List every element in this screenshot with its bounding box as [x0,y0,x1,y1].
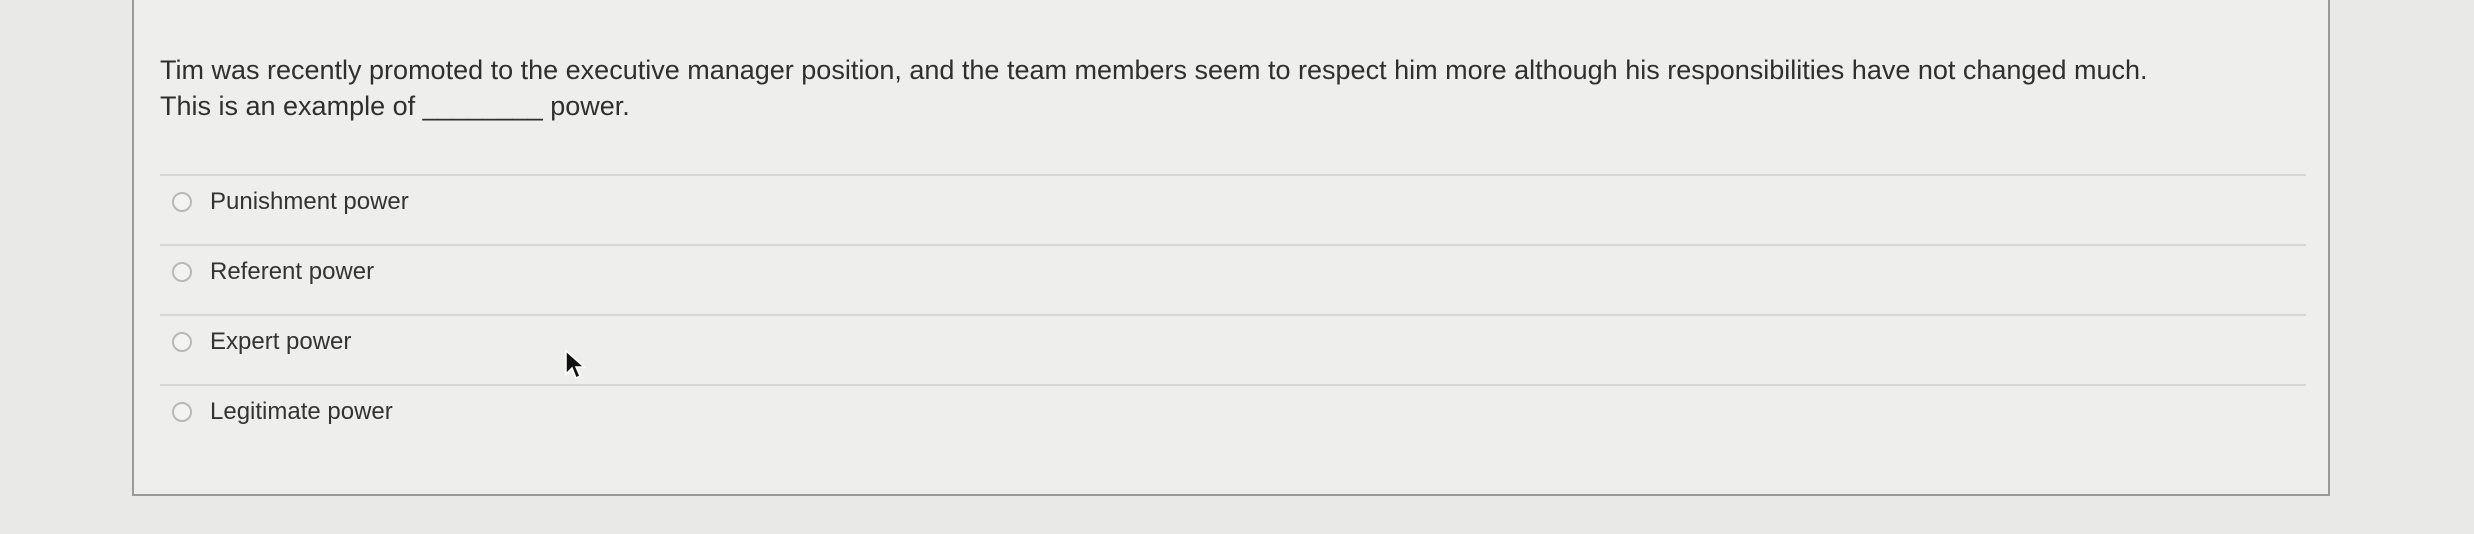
option-label: Expert power [210,328,352,355]
option-punishment-power[interactable]: Punishment power [172,182,409,222]
option-legitimate-power[interactable]: Legitimate power [172,392,393,432]
option-label: Punishment power [210,188,409,215]
radio-button-icon[interactable] [172,332,192,352]
option-referent-power[interactable]: Referent power [172,252,374,292]
divider [160,244,2306,246]
question-text: Tim was recently promoted to the executi… [160,52,2320,124]
divider [160,384,2306,386]
option-expert-power[interactable]: Expert power [172,322,351,362]
question-line-1: Tim was recently promoted to the executi… [160,55,2148,85]
divider [160,174,2306,176]
mouse-pointer-icon [565,350,586,380]
option-label: Referent power [210,258,375,285]
radio-button-icon[interactable] [172,402,192,422]
divider [160,314,2306,316]
option-label: Legitimate power [210,398,393,425]
radio-button-icon[interactable] [172,192,192,212]
radio-button-icon[interactable] [172,262,192,282]
question-line-2: This is an example of ________ power. [160,91,630,121]
